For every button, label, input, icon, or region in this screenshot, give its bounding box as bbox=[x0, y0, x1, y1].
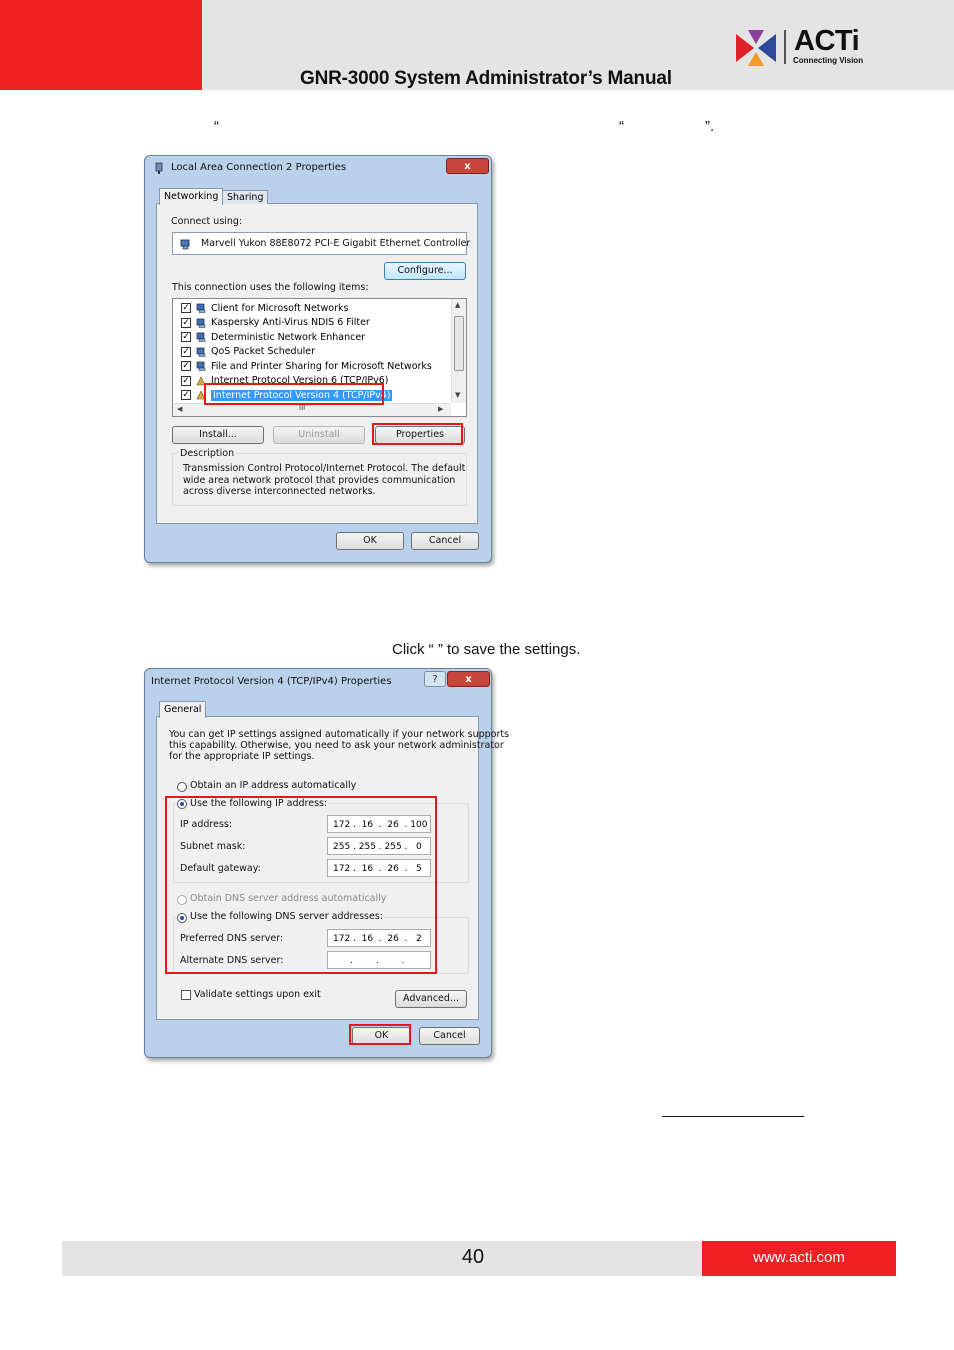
lan-properties-dialog: Local Area Connection 2 Properties x Net… bbox=[144, 155, 492, 563]
list-item[interactable]: ✓ Client for Microsoft Networks bbox=[173, 301, 451, 316]
adapter-name: Marvell Yukon 88E8072 PCI-E Gigabit Ethe… bbox=[201, 238, 471, 249]
instruction-text: Click “ ” to save the settings. bbox=[392, 641, 581, 658]
manual-title: GNR-3000 System Administrator’s Manual bbox=[300, 68, 672, 89]
acti-logo-icon bbox=[736, 30, 776, 66]
network-service-icon bbox=[196, 347, 206, 357]
logo-tagline: Connecting Vision bbox=[793, 56, 864, 65]
list-item-label: QoS Packet Scheduler bbox=[211, 346, 315, 358]
dialog-title: Internet Protocol Version 4 (TCP/IPv4) P… bbox=[151, 676, 392, 687]
description-line: wide area network protocol that provides… bbox=[183, 475, 456, 486]
list-item[interactable]: ✓ Deterministic Network Enhancer bbox=[173, 330, 451, 345]
logo-name: ACTi bbox=[794, 25, 860, 57]
configure-button[interactable]: Configure... bbox=[384, 262, 466, 280]
close-button[interactable]: x bbox=[447, 671, 490, 687]
install-button[interactable]: Install... bbox=[172, 426, 264, 444]
ipv4-highlight-box bbox=[204, 383, 384, 405]
ok-button[interactable]: OK bbox=[336, 532, 404, 550]
tab-general[interactable]: General bbox=[159, 701, 207, 718]
item-checkbox[interactable]: ✓ bbox=[181, 303, 191, 314]
items-label: This connection uses the following items… bbox=[172, 282, 369, 293]
list-item[interactable]: ✓ QoS Packet Scheduler bbox=[173, 345, 451, 360]
quote-mark: “ bbox=[214, 118, 219, 135]
uninstall-button[interactable]: Uninstall bbox=[273, 426, 365, 444]
intro-line: for the appropriate IP settings. bbox=[169, 751, 315, 762]
description-line: across diverse interconnected networks. bbox=[183, 486, 376, 497]
description-label: Description bbox=[178, 448, 237, 459]
item-checkbox[interactable]: ✓ bbox=[181, 346, 191, 357]
intro-line: this capability. Otherwise, you need to … bbox=[169, 740, 504, 751]
item-checkbox[interactable]: ✓ bbox=[181, 332, 191, 343]
network-adapter-icon bbox=[155, 162, 163, 174]
logo-divider bbox=[784, 30, 786, 64]
item-checkbox[interactable]: ✓ bbox=[181, 317, 191, 328]
obtain-ip-auto-radio[interactable] bbox=[177, 782, 187, 792]
list-item-label: Client for Microsoft Networks bbox=[211, 302, 349, 314]
scroll-right-arrow-icon[interactable]: ▶ bbox=[438, 405, 443, 413]
item-checkbox[interactable]: ✓ bbox=[181, 390, 191, 401]
list-item[interactable]: ✓ Kaspersky Anti-Virus NDIS 6 Filter bbox=[173, 316, 451, 331]
list-item-label: Deterministic Network Enhancer bbox=[211, 331, 366, 343]
help-button[interactable]: ? bbox=[424, 671, 446, 687]
dialog-title: Local Area Connection 2 Properties bbox=[171, 162, 347, 173]
scroll-thumb-grip[interactable]: III bbox=[299, 404, 305, 412]
list-item[interactable]: ✓ File and Printer Sharing for Microsoft … bbox=[173, 359, 451, 374]
link-underline bbox=[662, 1116, 804, 1117]
connect-using-label: Connect using: bbox=[171, 216, 243, 227]
network-service-icon bbox=[196, 303, 206, 313]
scroll-thumb[interactable] bbox=[454, 316, 464, 371]
ipv4-properties-dialog: Internet Protocol Version 4 (TCP/IPv4) P… bbox=[144, 668, 509, 1058]
item-checkbox[interactable]: ✓ bbox=[181, 361, 191, 372]
cancel-button[interactable]: Cancel bbox=[411, 532, 479, 550]
vertical-scrollbar[interactable]: ▲ ▼ bbox=[451, 299, 466, 403]
properties-highlight-box bbox=[372, 423, 463, 445]
description-line: Transmission Control Protocol/Internet P… bbox=[183, 463, 466, 474]
intro-line: You can get IP settings assigned automat… bbox=[169, 729, 510, 740]
list-item-label: Kaspersky Anti-Virus NDIS 6 Filter bbox=[211, 317, 370, 329]
scroll-up-arrow-icon[interactable]: ▲ bbox=[455, 301, 460, 309]
network-service-icon bbox=[196, 332, 206, 342]
advanced-button[interactable]: Advanced... bbox=[395, 990, 467, 1008]
ok-highlight-box bbox=[349, 1024, 411, 1045]
cancel-button[interactable]: Cancel bbox=[419, 1027, 480, 1045]
list-item-label: File and Printer Sharing for Microsoft N… bbox=[211, 360, 432, 372]
network-service-icon bbox=[196, 361, 206, 371]
footer-url[interactable]: www.acti.com bbox=[702, 1249, 896, 1266]
network-service-icon bbox=[196, 318, 206, 328]
quote-mark-close: ”. bbox=[705, 118, 715, 135]
adapter-box: Marvell Yukon 88E8072 PCI-E Gigabit Ethe… bbox=[172, 232, 471, 255]
header-red-block bbox=[0, 0, 202, 90]
quote-mark: “ bbox=[619, 118, 624, 135]
validate-label: Validate settings upon exit bbox=[194, 989, 321, 1000]
network-card-icon bbox=[180, 239, 190, 250]
tab-networking[interactable]: Networking bbox=[159, 188, 224, 205]
tab-sharing[interactable]: Sharing bbox=[222, 190, 269, 204]
scroll-left-arrow-icon[interactable]: ◀ bbox=[177, 405, 182, 413]
settings-highlight-box bbox=[165, 796, 437, 974]
scroll-down-arrow-icon[interactable]: ▼ bbox=[455, 391, 460, 399]
obtain-ip-auto-label: Obtain an IP address automatically bbox=[190, 780, 357, 791]
close-button[interactable]: x bbox=[446, 158, 489, 174]
item-checkbox[interactable]: ✓ bbox=[181, 375, 191, 386]
validate-checkbox[interactable] bbox=[181, 990, 191, 1000]
